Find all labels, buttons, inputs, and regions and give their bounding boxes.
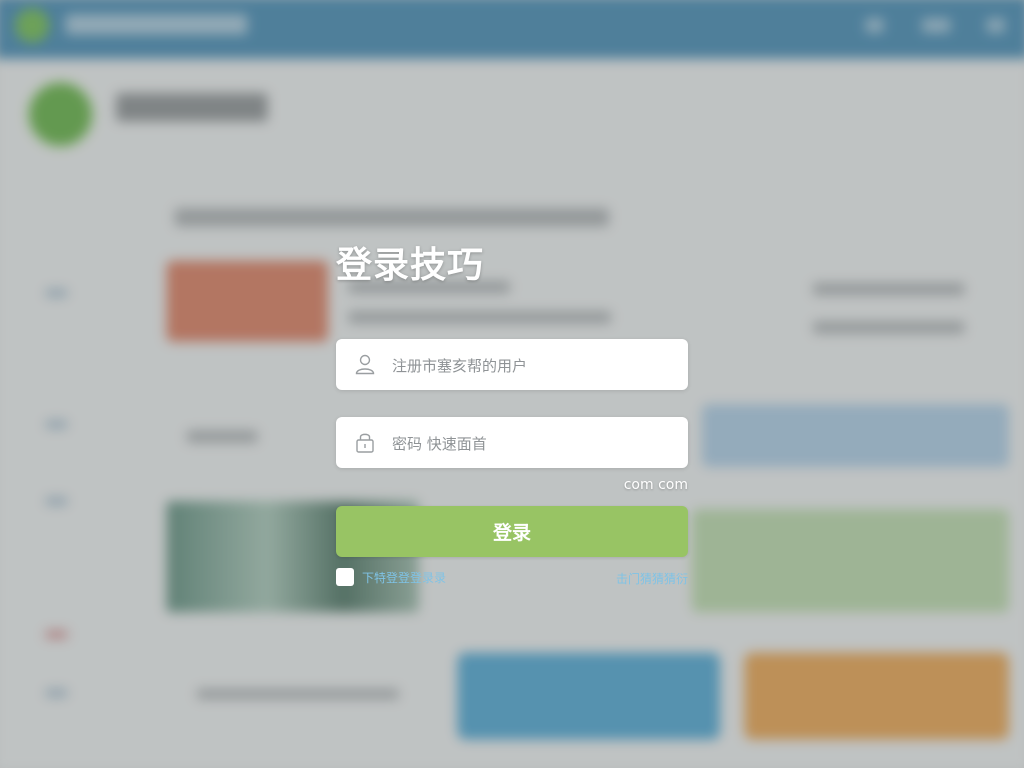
password-field[interactable]: [336, 417, 688, 470]
remember-me-checkbox[interactable]: [336, 568, 354, 586]
remember-me-label[interactable]: 下特登登登录录: [362, 569, 446, 586]
login-title: 登录技巧: [336, 245, 485, 286]
username-field[interactable]: [336, 339, 688, 392]
forgot-password-link[interactable]: 击门猜猜猜衍: [616, 570, 688, 587]
remember-me[interactable]: 下特登登登录录: [336, 568, 446, 586]
username-input[interactable]: [390, 339, 674, 392]
password-input[interactable]: [390, 417, 674, 470]
domain-hint: com com: [623, 477, 688, 493]
login-form: 登录技巧 com com 登录 下特登登登录录 击门猜猜猜衍: [336, 232, 688, 592]
lock-icon: [354, 431, 376, 453]
user-icon: [354, 353, 376, 375]
login-button[interactable]: 登录: [336, 506, 688, 557]
